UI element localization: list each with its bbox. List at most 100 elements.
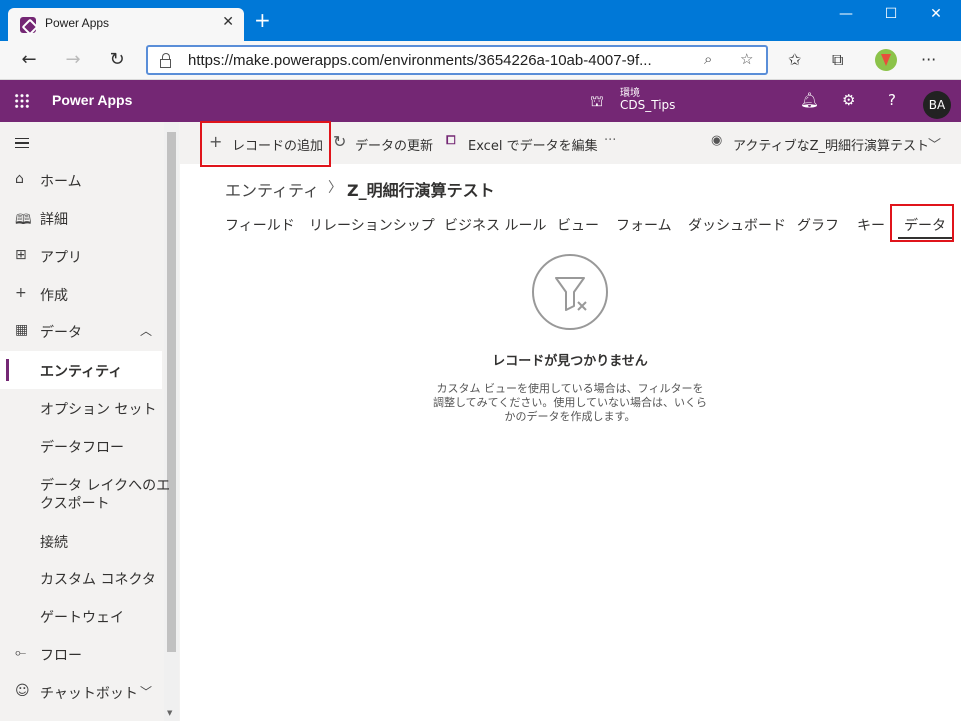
tab-dashboards[interactable]: ダッシュボード	[688, 215, 786, 235]
sidebar-item-label: アプリ	[40, 250, 82, 266]
zoom-icon[interactable]: ⌕	[704, 50, 712, 68]
view-selector[interactable]: アクティブなZ_明細行演算テスト	[733, 135, 929, 154]
environment-icon: ⛫	[590, 92, 604, 110]
forward-arrow-icon[interactable]: →	[59, 49, 87, 70]
apps-icon: ⊞	[15, 247, 27, 263]
sidebar-item-entities[interactable]: エンティティ	[0, 351, 162, 389]
sidebar-item-connections[interactable]: 接続	[0, 532, 162, 552]
empty-state-line: 調整してみてください。使用していない場合は、いくら	[432, 396, 707, 409]
sidebar-item-learn[interactable]: 🕮 詳細	[0, 209, 162, 229]
lock-icon	[160, 53, 171, 68]
sidebar-item-data[interactable]: ▦ データ ︿	[0, 322, 162, 342]
tab-keys[interactable]: キー	[857, 215, 885, 235]
excel-label-suffix: でデータを編集	[506, 139, 598, 154]
refresh-icon[interactable]: ↻	[103, 49, 131, 70]
sidebar-item-label: 作成	[40, 288, 68, 304]
chevron-up-icon[interactable]: ︿	[140, 322, 152, 339]
sidebar-item-label: クスポート	[40, 496, 110, 512]
extension-avatar-icon[interactable]	[875, 49, 897, 71]
sidebar-item-gateways[interactable]: ゲートウェイ	[0, 607, 162, 627]
excel-icon: ⧠	[446, 133, 456, 147]
bot-icon: ☺	[15, 683, 30, 699]
sidebar-item-label: 接続	[40, 535, 68, 551]
more-menu-icon[interactable]: ···	[921, 50, 936, 69]
new-tab-button[interactable]: +	[254, 10, 271, 30]
sidebar-item-create[interactable]: + 作成	[0, 285, 162, 305]
favorite-star-icon[interactable]: ☆	[740, 50, 753, 68]
environment-label: 環境	[620, 88, 640, 99]
sidebar-item-label: データフロー	[40, 440, 124, 456]
url-text: https://make.powerapps.com/environments/…	[188, 52, 652, 69]
sidebar-item-flows[interactable]: ⟜ フロー	[0, 645, 162, 665]
sidebar-item-apps[interactable]: ⊞ アプリ	[0, 247, 162, 267]
more-commands-button[interactable]: ···	[604, 133, 616, 148]
breadcrumb-chevron-icon: 〉	[328, 180, 342, 196]
sidebar-item-option-sets[interactable]: オプション セット	[0, 399, 162, 419]
excel-label: Excel	[468, 139, 503, 154]
empty-state-line: カスタム ビューを使用している場合は、フィルターを	[436, 382, 704, 395]
sidebar-item-label: エンティティ	[40, 364, 123, 380]
tab-forms[interactable]: フォーム	[616, 215, 672, 235]
sidebar-item-label: データ レイクへのエ	[40, 478, 171, 494]
app-name[interactable]: Power Apps	[52, 92, 132, 108]
edit-in-excel-button[interactable]: Excel でデータを編集	[468, 135, 598, 154]
tab-relationships[interactable]: リレーションシップ	[309, 215, 435, 235]
breadcrumb-entities-link[interactable]: エンティティ	[225, 177, 319, 201]
minimize-button[interactable]: —	[826, 6, 866, 22]
sidebar-item-label: ホーム	[40, 174, 82, 190]
sidebar-item-label: ゲートウェイ	[40, 610, 124, 626]
flow-icon: ⟜	[15, 645, 27, 661]
sidebar-item-label: カスタム コネクタ	[40, 572, 156, 588]
empty-state-line: かのデータを作成します。	[504, 410, 636, 423]
empty-state-description: カスタム ビューを使用している場合は、フィルターを 調整してみてください。使用し…	[432, 382, 708, 424]
browser-tab[interactable]: Power Apps ✕	[8, 8, 244, 41]
tab-charts[interactable]: グラフ	[797, 215, 839, 235]
filter-clear-icon	[532, 254, 608, 330]
address-bar: ← → ↻ https://make.powerapps.com/environ…	[0, 41, 961, 80]
page-title: Z_明細行演算テスト	[347, 181, 495, 200]
settings-gear-icon[interactable]: ⚙	[842, 91, 855, 109]
sidebar-item-home[interactable]: ⌂ ホーム	[0, 171, 162, 191]
notifications-bell-icon[interactable]: 🔔︎	[800, 91, 819, 109]
chevron-down-icon[interactable]: ﹀	[140, 683, 152, 700]
highlight-data-tab	[890, 204, 954, 242]
scrollbar-thumb[interactable]	[167, 132, 176, 652]
refresh-data-button[interactable]: データの更新	[355, 135, 433, 154]
sidebar-item-dataflows[interactable]: データフロー	[0, 437, 162, 457]
book-icon: 🕮	[15, 212, 32, 228]
app-header: Power Apps ⛫ 環境 CDS_Tips 🔔︎ ⚙ ?	[0, 80, 961, 122]
left-nav-scrollbar[interactable]: ▼	[164, 122, 179, 721]
collections-icon[interactable]: ⧉	[832, 50, 843, 70]
browser-titlebar: Power Apps ✕ + — ☐ ✕	[0, 0, 961, 41]
maximize-button[interactable]: ☐	[871, 6, 911, 22]
tab-views[interactable]: ビュー	[557, 215, 599, 235]
tab-close-icon[interactable]: ✕	[222, 14, 234, 30]
help-question-icon[interactable]: ?	[888, 91, 896, 109]
favorites-list-icon[interactable]: ✩	[788, 50, 801, 69]
scroll-down-arrow-icon[interactable]: ▼	[167, 709, 172, 717]
home-icon: ⌂	[15, 171, 24, 187]
power-apps-favicon-icon	[20, 17, 36, 33]
hamburger-menu-icon[interactable]	[15, 138, 29, 148]
view-selector-chevron-icon[interactable]: ﹀	[928, 134, 941, 153]
tab-title: Power Apps	[45, 16, 110, 30]
back-arrow-icon[interactable]: ←	[15, 49, 43, 70]
app-launcher-icon[interactable]	[14, 93, 30, 109]
plus-icon: +	[15, 285, 27, 301]
sidebar-item-chatbots[interactable]: ☺ チャットボット ﹀	[0, 683, 162, 703]
sidebar-item-custom-connectors[interactable]: カスタム コネクタ	[0, 569, 162, 589]
sidebar-item-label: 詳細	[40, 212, 68, 228]
table-icon: ▦	[15, 322, 29, 338]
user-avatar[interactable]: BA	[923, 91, 951, 119]
sidebar-item-label: データ	[40, 325, 82, 341]
sidebar-item-export-to-data-lake[interactable]: データ レイクへのエ クスポート	[0, 475, 170, 515]
close-window-button[interactable]: ✕	[916, 6, 956, 22]
sidebar-item-label: オプション セット	[40, 402, 157, 418]
tab-business-rules[interactable]: ビジネス ルール	[444, 215, 546, 235]
tab-fields[interactable]: フィールド	[225, 215, 295, 235]
view-eye-icon: ◉	[711, 133, 723, 148]
refresh-data-icon: ↻	[333, 132, 347, 151]
empty-state-title: レコードが見つかりません	[492, 354, 648, 369]
environment-name[interactable]: CDS_Tips	[620, 98, 675, 112]
url-input[interactable]: https://make.powerapps.com/environments/…	[146, 45, 768, 75]
